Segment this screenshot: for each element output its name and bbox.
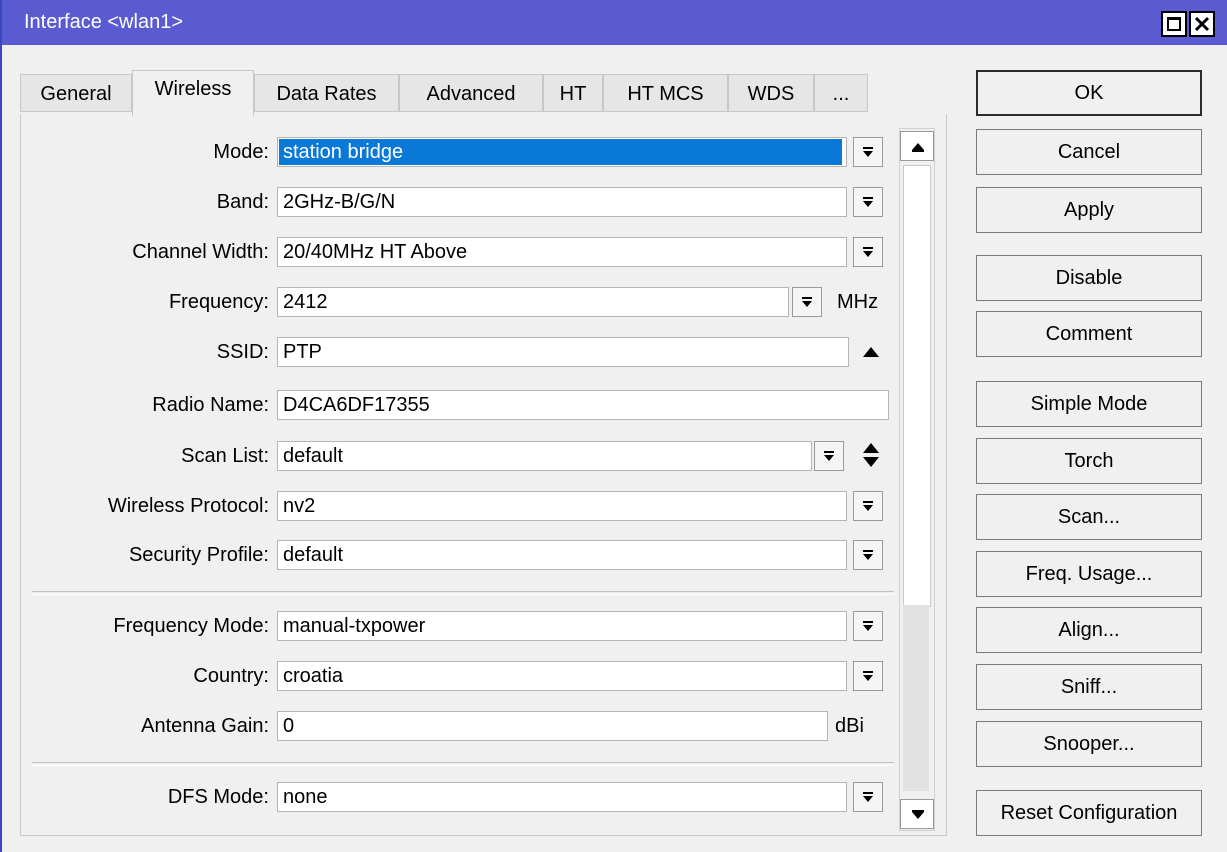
dropdown-arrow-icon bbox=[824, 451, 834, 461]
antenna-gain-field[interactable]: 0 bbox=[277, 711, 828, 741]
tab-more[interactable]: ... bbox=[814, 74, 868, 112]
dropdown-arrow-icon bbox=[863, 147, 873, 157]
security-profile-label: Security Profile: bbox=[128, 544, 269, 566]
antenna-gain-unit: dBi bbox=[835, 715, 864, 737]
window-title: Interface <wlan1> bbox=[24, 11, 183, 33]
close-icon bbox=[1194, 16, 1210, 32]
comment-button[interactable]: Comment bbox=[976, 311, 1202, 357]
restore-icon bbox=[1167, 17, 1181, 31]
frequency-mode-dropdown-button[interactable] bbox=[853, 611, 883, 641]
security-profile-field[interactable]: default bbox=[277, 540, 847, 570]
scan-list-label: Scan List: bbox=[181, 445, 269, 467]
section-divider bbox=[32, 591, 894, 595]
scan-list-dropdown-button[interactable] bbox=[814, 441, 844, 471]
mode-field[interactable]: station bridge bbox=[277, 137, 847, 167]
close-button[interactable] bbox=[1189, 11, 1215, 37]
ssid-field[interactable]: PTP bbox=[277, 337, 849, 367]
tab-data-rates[interactable]: Data Rates bbox=[254, 74, 399, 112]
radio-name-label: Radio Name: bbox=[152, 394, 269, 416]
dropdown-arrow-icon bbox=[863, 550, 873, 560]
add-remove-icon[interactable] bbox=[863, 443, 879, 467]
collapse-up-icon[interactable] bbox=[863, 347, 879, 357]
country-label: Country: bbox=[193, 665, 269, 687]
tab-advanced[interactable]: Advanced bbox=[399, 74, 543, 112]
apply-button[interactable]: Apply bbox=[976, 187, 1202, 233]
disable-button[interactable]: Disable bbox=[976, 255, 1202, 301]
dfs-mode-field[interactable]: none bbox=[277, 782, 847, 812]
restore-button[interactable] bbox=[1161, 11, 1187, 37]
freq-usage-button[interactable]: Freq. Usage... bbox=[976, 551, 1202, 597]
tab-general[interactable]: General bbox=[20, 74, 132, 112]
scroll-down-button[interactable] bbox=[900, 799, 934, 829]
mode-dropdown-button[interactable] bbox=[853, 137, 883, 167]
scan-list-field[interactable]: default bbox=[277, 441, 812, 471]
dropdown-arrow-icon bbox=[863, 247, 873, 257]
ok-button[interactable]: OK bbox=[976, 70, 1202, 116]
scroll-up-button[interactable] bbox=[900, 131, 934, 161]
scrollbar-thumb[interactable] bbox=[903, 165, 931, 607]
mode-value: station bridge bbox=[283, 141, 404, 163]
tab-wireless[interactable]: Wireless bbox=[132, 70, 254, 116]
country-dropdown-button[interactable] bbox=[853, 661, 883, 691]
interface-window: Interface <wlan1> General Wireless Data … bbox=[0, 0, 1227, 852]
band-label: Band: bbox=[216, 191, 269, 213]
wireless-protocol-field[interactable]: nv2 bbox=[277, 491, 847, 521]
mode-label: Mode: bbox=[213, 141, 269, 163]
frequency-unit: MHz bbox=[837, 291, 879, 313]
channel-width-field[interactable]: 20/40MHz HT Above bbox=[277, 237, 847, 267]
dropdown-arrow-icon bbox=[863, 621, 873, 631]
wireless-protocol-dropdown-button[interactable] bbox=[853, 491, 883, 521]
frequency-mode-label: Frequency Mode: bbox=[113, 615, 269, 637]
section-divider bbox=[32, 762, 894, 766]
frequency-dropdown-button[interactable] bbox=[792, 287, 822, 317]
snooper-button[interactable]: Snooper... bbox=[976, 721, 1202, 767]
simple-mode-button[interactable]: Simple Mode bbox=[976, 381, 1202, 427]
vertical-scrollbar[interactable] bbox=[899, 128, 935, 831]
ssid-label: SSID: bbox=[216, 341, 269, 363]
tab-ht[interactable]: HT bbox=[543, 74, 603, 112]
band-field[interactable]: 2GHz-B/G/N bbox=[277, 187, 847, 217]
antenna-gain-label: Antenna Gain: bbox=[141, 715, 269, 737]
frequency-mode-field[interactable]: manual-txpower bbox=[277, 611, 847, 641]
dropdown-arrow-icon bbox=[863, 197, 873, 207]
frequency-field[interactable]: 2412 bbox=[277, 287, 789, 317]
scan-button[interactable]: Scan... bbox=[976, 494, 1202, 540]
radio-name-field[interactable]: D4CA6DF17355 bbox=[277, 390, 889, 420]
wireless-protocol-label: Wireless Protocol: bbox=[107, 495, 269, 517]
tab-wds[interactable]: WDS bbox=[728, 74, 814, 112]
reset-configuration-button[interactable]: Reset Configuration bbox=[976, 790, 1202, 836]
title-bar[interactable]: Interface <wlan1> bbox=[2, 0, 1227, 45]
channel-width-label: Channel Width: bbox=[132, 241, 269, 263]
security-profile-dropdown-button[interactable] bbox=[853, 540, 883, 570]
arrow-down-icon bbox=[912, 810, 924, 819]
dropdown-arrow-icon bbox=[863, 501, 873, 511]
country-field[interactable]: croatia bbox=[277, 661, 847, 691]
dropdown-arrow-icon bbox=[863, 671, 873, 681]
arrow-up-icon bbox=[912, 143, 924, 152]
sniff-button[interactable]: Sniff... bbox=[976, 664, 1202, 710]
dfs-mode-label: DFS Mode: bbox=[167, 786, 269, 808]
dfs-mode-dropdown-button[interactable] bbox=[853, 782, 883, 812]
torch-button[interactable]: Torch bbox=[976, 438, 1202, 484]
channel-width-dropdown-button[interactable] bbox=[853, 237, 883, 267]
scrollbar-track[interactable] bbox=[903, 605, 929, 791]
tab-ht-mcs[interactable]: HT MCS bbox=[603, 74, 728, 112]
band-dropdown-button[interactable] bbox=[853, 187, 883, 217]
frequency-label: Frequency: bbox=[168, 291, 269, 313]
align-button[interactable]: Align... bbox=[976, 607, 1202, 653]
cancel-button[interactable]: Cancel bbox=[976, 129, 1202, 175]
dropdown-arrow-icon bbox=[802, 297, 812, 307]
dropdown-arrow-icon bbox=[863, 792, 873, 802]
